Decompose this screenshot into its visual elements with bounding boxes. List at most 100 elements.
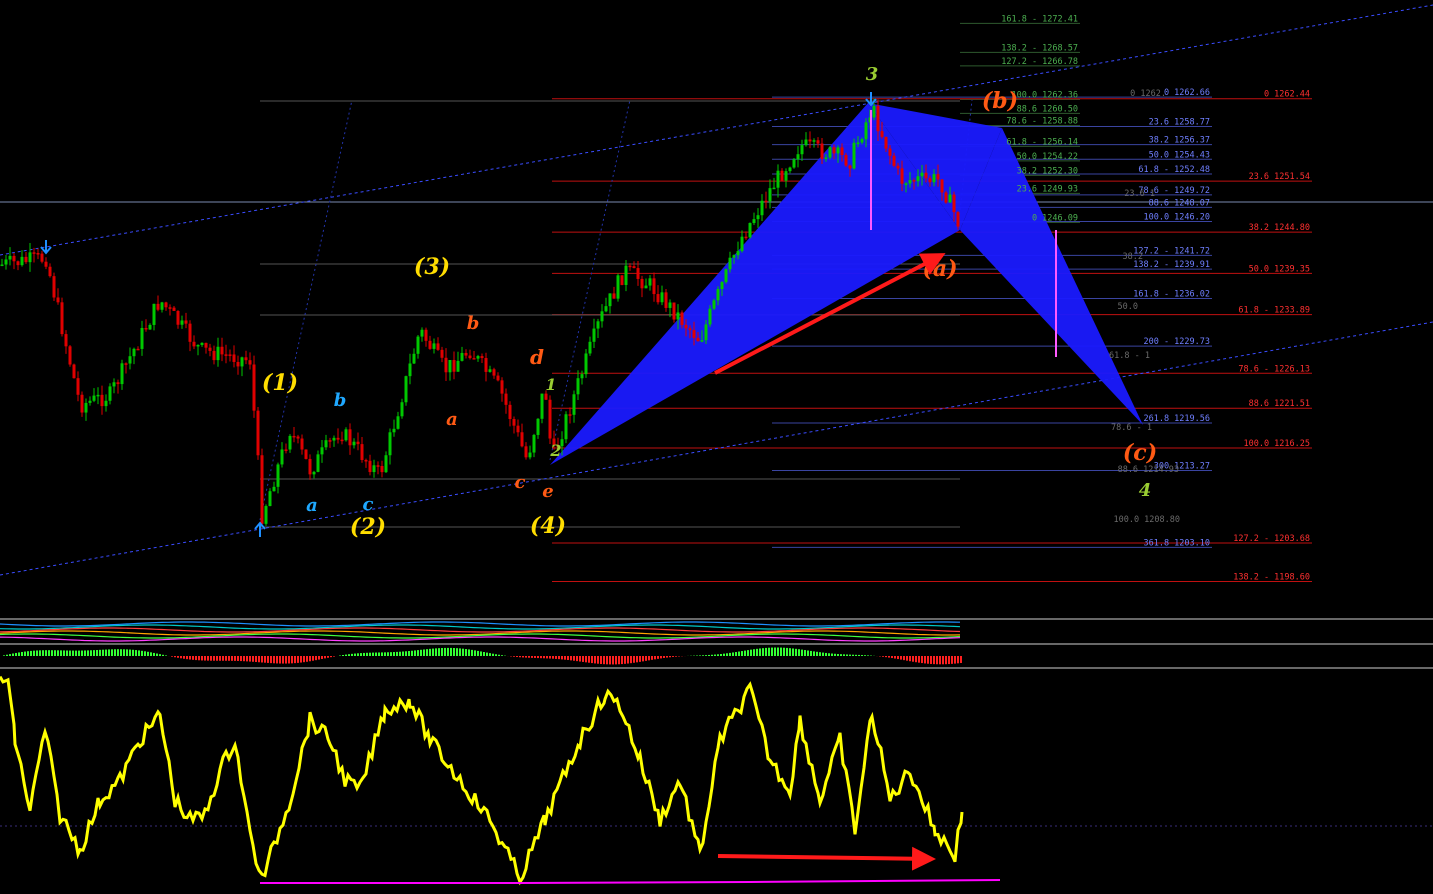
- candle-body: [116, 382, 120, 385]
- candle-body: [444, 357, 448, 373]
- histogram-bar: [435, 648, 437, 656]
- histogram-bar: [561, 656, 563, 660]
- fib-level-label: 100.0 1246.20: [1143, 213, 1210, 223]
- fib-level-label: 23.6 1249.93: [1017, 184, 1078, 194]
- histogram-bar: [921, 656, 923, 664]
- candle-body: [164, 302, 168, 308]
- candle-body: [792, 159, 796, 168]
- candle-body: [504, 393, 508, 405]
- histogram-bar: [765, 647, 767, 656]
- histogram-bar: [189, 656, 191, 660]
- histogram-bar: [15, 652, 17, 656]
- histogram-bar: [741, 651, 743, 656]
- candle-body: [264, 506, 268, 524]
- candle-body: [704, 324, 708, 341]
- histogram-bar: [99, 649, 101, 656]
- candle-body: [532, 434, 536, 453]
- fib-level-label: 127.2 - 1266.78: [1001, 57, 1078, 67]
- histogram-bar: [465, 649, 467, 656]
- candle-body: [952, 194, 956, 213]
- candle-body: [936, 174, 940, 180]
- histogram-bar: [711, 654, 713, 656]
- histogram-bar: [84, 650, 86, 656]
- candle-body: [408, 363, 412, 377]
- candle-body: [884, 136, 888, 149]
- histogram-bar: [426, 649, 428, 656]
- histogram-bar: [66, 650, 68, 656]
- candle-body: [172, 307, 176, 311]
- histogram-bar: [141, 650, 143, 656]
- histogram-bar: [324, 656, 326, 659]
- candle-body: [648, 278, 652, 286]
- histogram-bar: [117, 649, 119, 656]
- candle-body: [404, 376, 408, 403]
- histogram-bar: [123, 649, 125, 656]
- candle-body: [896, 165, 900, 169]
- candle-body: [580, 374, 584, 379]
- candle-body: [0, 264, 4, 267]
- histogram-bar: [12, 653, 14, 656]
- candle-body: [288, 435, 292, 450]
- histogram-bar: [156, 653, 158, 656]
- fib-level-label: 261.8 1219.56: [1143, 414, 1210, 424]
- histogram-bar: [264, 656, 266, 663]
- candle-body: [512, 419, 516, 426]
- wave-label: b: [467, 313, 480, 334]
- histogram-bar: [354, 653, 356, 656]
- candle-body: [472, 358, 476, 360]
- histogram-bar: [378, 652, 380, 656]
- histogram-bar: [285, 656, 287, 664]
- candle-body: [192, 341, 196, 347]
- histogram-bar: [30, 650, 32, 656]
- histogram-bar: [744, 650, 746, 656]
- candle-body: [816, 140, 820, 144]
- fib-level-label: 78.6 - 1: [1111, 423, 1152, 433]
- histogram-bar: [867, 655, 869, 656]
- histogram-bar: [159, 654, 161, 656]
- candle-body: [284, 449, 288, 451]
- histogram-bar: [279, 656, 281, 664]
- candle-body: [640, 278, 644, 289]
- histogram-bar: [843, 654, 845, 656]
- histogram-bar: [213, 656, 215, 661]
- candle-body: [724, 269, 728, 283]
- histogram-bar: [657, 656, 659, 659]
- histogram-bar: [834, 653, 836, 656]
- histogram-bar: [588, 656, 590, 663]
- candle-body: [872, 105, 876, 118]
- candle-body: [904, 183, 908, 185]
- candle-body: [308, 458, 312, 475]
- histogram-bar: [51, 650, 53, 656]
- histogram-bar: [48, 650, 50, 656]
- candle-body: [124, 363, 128, 365]
- candle-body: [572, 394, 576, 415]
- candle-body: [92, 395, 96, 401]
- histogram-bar: [303, 656, 305, 663]
- candle-body: [388, 432, 392, 456]
- histogram-bar: [804, 650, 806, 656]
- candle-body: [776, 170, 780, 188]
- histogram-bar: [234, 656, 236, 661]
- candle-body: [68, 346, 72, 365]
- histogram-bar: [801, 649, 803, 656]
- histogram-bar: [861, 655, 863, 656]
- histogram-bar: [912, 656, 914, 662]
- histogram-bar: [108, 649, 110, 656]
- candle-body: [484, 358, 488, 372]
- candle-body: [464, 352, 468, 356]
- histogram-bar: [543, 656, 545, 659]
- candle-body: [812, 140, 816, 142]
- histogram-bar: [474, 650, 476, 656]
- histogram-bar: [306, 656, 308, 662]
- candle-body: [208, 347, 212, 351]
- candle-body: [820, 143, 824, 159]
- histogram-bar: [936, 656, 938, 665]
- candle-body: [780, 170, 784, 181]
- candle-body: [708, 308, 712, 325]
- histogram-bar: [489, 653, 491, 656]
- fib-level-label: 38.2: [1123, 252, 1143, 262]
- wave-label: e: [542, 481, 553, 502]
- histogram-bar: [729, 652, 731, 656]
- histogram-bar: [228, 656, 230, 661]
- candle-body: [412, 353, 416, 364]
